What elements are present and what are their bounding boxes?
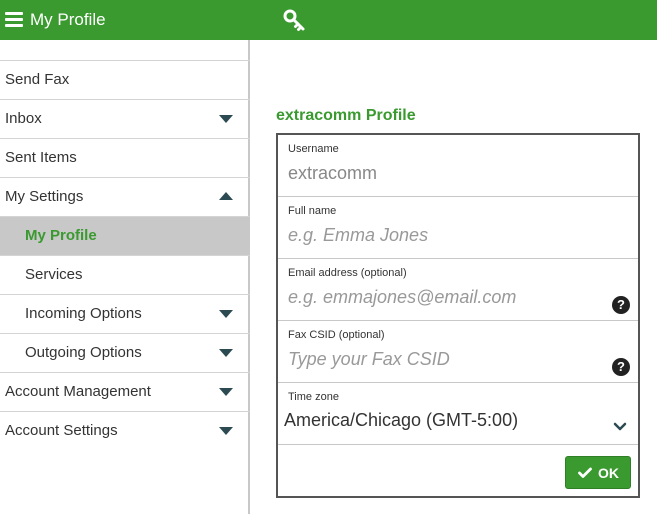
- ok-label: OK: [598, 465, 619, 481]
- sidebar-item-label: Account Settings: [5, 422, 118, 439]
- ok-button[interactable]: OK: [565, 456, 631, 489]
- sidebar-item-label: My Settings: [5, 188, 84, 205]
- username-value: extracomm: [288, 163, 378, 183]
- email-input[interactable]: e.g. emmajones@email.com: [288, 287, 516, 308]
- hamburger-menu-icon[interactable]: [5, 12, 23, 27]
- sidebar-item-label: Send Fax: [5, 71, 70, 88]
- fax-csid-field[interactable]: Fax CSID (optional) Type your Fax CSID ?: [278, 321, 638, 383]
- sidebar-item-inbox[interactable]: Inbox: [0, 99, 250, 138]
- fullname-input[interactable]: e.g. Emma Jones: [288, 225, 428, 246]
- sidebar-item-label: My Profile: [25, 227, 97, 244]
- sidebar-item-incoming-options[interactable]: Incoming Options: [0, 294, 250, 333]
- timezone-field[interactable]: Time zone America/Chicago (GMT-5:00): [278, 383, 638, 445]
- caret-down-icon: [219, 349, 233, 357]
- fullname-field[interactable]: Full name e.g. Emma Jones: [278, 197, 638, 259]
- sidebar: Send Fax Inbox Sent Items My Settings My…: [0, 40, 250, 514]
- key-icon[interactable]: [283, 9, 307, 33]
- caret-down-icon: [219, 427, 233, 435]
- username-field: Username extracomm: [278, 135, 638, 197]
- fax-csid-input[interactable]: Type your Fax CSID: [288, 349, 450, 370]
- profile-form: Username extracomm Full name e.g. Emma J…: [276, 133, 640, 498]
- profile-heading: extracomm Profile: [276, 107, 416, 124]
- sidebar-item-label: Services: [25, 266, 83, 283]
- caret-down-icon: [219, 310, 233, 318]
- chevron-down-icon[interactable]: [612, 419, 628, 435]
- page-title: My Profile: [30, 10, 106, 29]
- email-label: Email address (optional): [288, 267, 407, 279]
- sidebar-item-label: Inbox: [5, 110, 42, 127]
- top-bar: My Profile: [0, 0, 657, 40]
- sidebar-item-account-settings[interactable]: Account Settings: [0, 411, 250, 450]
- sidebar-item-sent-items[interactable]: Sent Items: [0, 138, 250, 177]
- email-field[interactable]: Email address (optional) e.g. emmajones@…: [278, 259, 638, 321]
- username-label: Username: [288, 143, 339, 155]
- caret-up-icon: [219, 192, 233, 200]
- caret-down-icon: [219, 115, 233, 123]
- sidebar-item-account-management[interactable]: Account Management: [0, 372, 250, 411]
- sidebar-item-my-profile[interactable]: My Profile: [0, 216, 250, 255]
- timezone-select[interactable]: America/Chicago (GMT-5:00): [284, 410, 518, 431]
- sidebar-item-my-settings[interactable]: My Settings: [0, 177, 250, 216]
- sidebar-item-services[interactable]: Services: [0, 255, 250, 294]
- timezone-label: Time zone: [288, 391, 339, 403]
- check-icon: [578, 467, 592, 478]
- sidebar-item-send-fax[interactable]: Send Fax: [0, 60, 250, 99]
- sidebar-item-label: Outgoing Options: [25, 344, 142, 361]
- sidebar-item-label: Account Management: [5, 383, 151, 400]
- caret-down-icon: [219, 388, 233, 396]
- question-circle-icon[interactable]: ?: [612, 296, 630, 314]
- sidebar-item-outgoing-options[interactable]: Outgoing Options: [0, 333, 250, 372]
- sidebar-item-label: Incoming Options: [25, 305, 142, 322]
- fax-csid-label: Fax CSID (optional): [288, 329, 385, 341]
- question-circle-icon[interactable]: ?: [612, 358, 630, 376]
- sidebar-item-label: Sent Items: [5, 149, 77, 166]
- fullname-label: Full name: [288, 205, 337, 217]
